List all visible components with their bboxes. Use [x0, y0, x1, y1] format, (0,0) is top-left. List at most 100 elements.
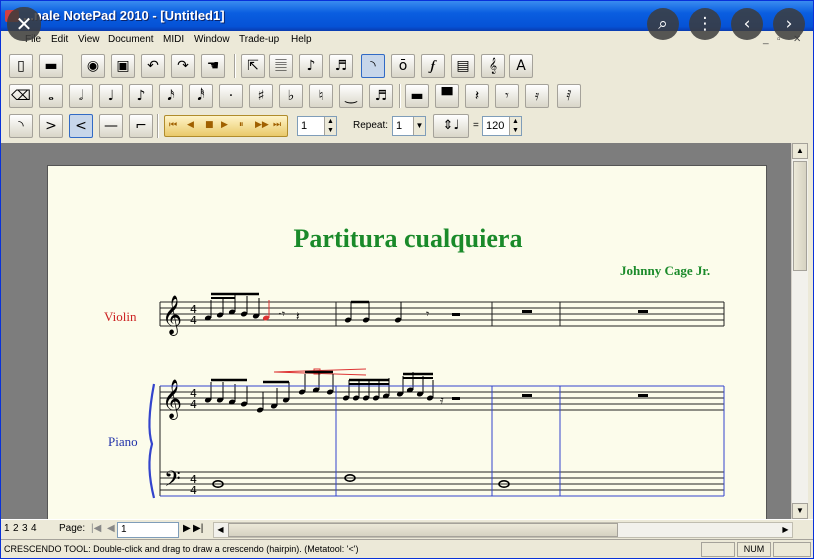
thirty-second-note-icon[interactable]: 𝅘𝅥𝅰 [189, 84, 213, 108]
page-number-field[interactable]: 1 [117, 522, 179, 538]
expression-tool-icon[interactable]: 𝆑 [421, 54, 445, 78]
scroll-left-icon[interactable]: ◀ [214, 523, 227, 537]
stop-icon[interactable]: ■ [205, 120, 214, 130]
num-lock-indicator: NUM [737, 542, 771, 557]
doc-minimize-icon[interactable]: _ [763, 34, 769, 45]
playback-controls[interactable]: ⏮ ◀ ■ ▶ ⏸ ▶▶ ⏭ [164, 115, 288, 137]
selection-tool-icon[interactable]: ⇱ [241, 54, 265, 78]
slur-icon[interactable]: ◝ [9, 114, 33, 138]
quarter-rest-icon[interactable]: 𝄽 [465, 84, 489, 108]
rest-icon: 𝄿 [440, 393, 444, 407]
eraser-icon[interactable]: ⌫ [9, 84, 33, 108]
tempo-note-button[interactable]: ⇕♩ [433, 114, 469, 138]
pause-icon[interactable]: ⏸ [239, 120, 244, 130]
scroll-right-icon[interactable]: ▶ [779, 523, 792, 537]
menu-edit[interactable]: Edit [51, 34, 68, 45]
lens-search-icon[interactable]: ⌕ [647, 8, 679, 40]
menu-window[interactable]: Window [194, 34, 230, 45]
speedy-entry-icon[interactable]: ♬ [329, 54, 353, 78]
more-options-icon[interactable]: ⋮ [689, 8, 721, 40]
save-icon[interactable]: ◉ [81, 54, 105, 78]
eighth-rest-icon[interactable]: 𝄾 [495, 84, 519, 108]
menu-document[interactable]: Document [108, 34, 154, 45]
first-page-icon[interactable]: |◀ [91, 523, 101, 534]
menu-trade-up[interactable]: Trade-up [239, 34, 279, 45]
half-rest-icon[interactable]: ▀ [435, 84, 459, 108]
whole-rest-icon[interactable]: ▬ [405, 84, 429, 108]
text-tool-icon[interactable]: A [509, 54, 533, 78]
tempo-value: 120 [486, 120, 505, 132]
page-tab-2[interactable]: 2 [13, 523, 19, 534]
scroll-up-icon[interactable]: ▲ [792, 143, 808, 159]
repeat-select[interactable]: 1 ▼ [392, 116, 426, 136]
hand-icon[interactable]: ☚ [201, 54, 225, 78]
repeat-label: Repeat: [353, 120, 389, 131]
play-icon[interactable]: ▶ [221, 120, 228, 130]
spinner-arrows-icon[interactable]: ▲ ▼ [509, 117, 521, 135]
menu-help[interactable]: Help [291, 34, 312, 45]
page-navigation-bar: 1 2 3 4 Page: |◀ ◀ 1 ▶ ▶| ◀ ▶ [1, 519, 813, 539]
smart-shape-icon[interactable]: ◝ [361, 54, 385, 78]
new-icon[interactable]: ▯ [9, 54, 33, 78]
articulation-tool-icon[interactable]: ō [391, 54, 415, 78]
simple-entry-icon[interactable]: ♪ [299, 54, 323, 78]
next-page-icon[interactable]: ▶ [183, 523, 191, 534]
sharp-icon[interactable]: ♯ [249, 84, 273, 108]
piano-brace [148, 383, 156, 499]
page-tab-1[interactable]: 1 [4, 523, 10, 534]
dot-icon[interactable]: · [219, 84, 243, 108]
tempo-spinner[interactable]: 120 ▲ ▼ [482, 116, 522, 136]
previous-image-icon[interactable]: ‹ [731, 8, 763, 40]
natural-icon[interactable]: ♮ [309, 84, 333, 108]
horizontal-scroll-thumb[interactable] [228, 523, 618, 537]
redo-icon[interactable]: ↷ [171, 54, 195, 78]
quarter-note-icon[interactable]: ♩ [99, 84, 123, 108]
tuplet-icon[interactable]: ♬ [369, 84, 393, 108]
staff-tool-icon[interactable]: 𝄚 [269, 54, 293, 78]
decrescendo-icon[interactable]: > [39, 114, 63, 138]
thirty-second-rest-icon[interactable]: 𝅀 [557, 84, 581, 108]
print-icon[interactable]: ▣ [111, 54, 135, 78]
page-tab-4[interactable]: 4 [31, 523, 37, 534]
open-icon[interactable]: ▬ [39, 54, 63, 78]
step-back-icon[interactable]: ◀ [187, 120, 194, 130]
lyrics-tool-icon[interactable]: ▤ [451, 54, 475, 78]
whole-note-icon[interactable]: 𝅝 [39, 84, 63, 108]
menu-view[interactable]: View [78, 34, 100, 45]
line-icon[interactable]: — [99, 114, 123, 138]
fast-forward-icon[interactable]: ▶▶ [255, 120, 269, 130]
rest-icon [452, 313, 460, 316]
crescendo-icon[interactable]: < [69, 114, 93, 138]
page-tab-3[interactable]: 3 [22, 523, 28, 534]
tie-icon[interactable]: ‿ [339, 84, 363, 108]
horizontal-scrollbar[interactable]: ◀ ▶ [213, 522, 793, 538]
music-notation[interactable]: 𝄞 44 ·𝄾 𝄽 𝄾𝄞 44 𝄿𝄢 44 [48, 166, 768, 519]
measure-spinner[interactable]: 1 ▲ ▼ [297, 116, 337, 136]
rewind-icon[interactable]: ⏮ [169, 120, 177, 130]
last-page-icon[interactable]: ▶| [193, 523, 203, 534]
flat-icon[interactable]: ♭ [279, 84, 303, 108]
sixteenth-rest-icon[interactable]: 𝄿 [525, 84, 549, 108]
vertical-scroll-thumb[interactable] [793, 161, 807, 271]
next-image-icon[interactable]: › [773, 8, 805, 40]
rest-icon [638, 310, 648, 313]
toolbar-separator [399, 84, 401, 108]
bass-clef-icon: 𝄢 [164, 467, 181, 497]
chord-tool-icon[interactable]: 𝄞 [481, 54, 505, 78]
prev-page-icon[interactable]: ◀ [107, 523, 115, 534]
end-icon[interactable]: ⏭ [273, 120, 281, 130]
eighth-note-icon[interactable]: ♪ [129, 84, 153, 108]
sixteenth-note-icon[interactable]: 𝅘𝅥𝅯 [159, 84, 183, 108]
dropdown-arrow-icon[interactable]: ▼ [413, 117, 425, 135]
undo-icon[interactable]: ↶ [141, 54, 165, 78]
bend-icon[interactable]: ⌐ [129, 114, 153, 138]
close-icon[interactable]: ✕ [7, 7, 41, 41]
menu-midi[interactable]: MIDI [163, 34, 184, 45]
half-note-icon[interactable]: 𝅗𝅥 [69, 84, 93, 108]
scroll-down-icon[interactable]: ▼ [792, 503, 808, 519]
smart-shape-playback-toolbar: ⏮ ◀ ■ ▶ ⏸ ▶▶ ⏭ 1 ▲ ▼ Repeat: 1 ▼ ⇕♩ = 120 ▲ ▼ ◝ >… [1, 111, 813, 141]
spinner-arrows-icon[interactable]: ▲ ▼ [324, 117, 336, 135]
document-area[interactable]: Partitura cualquiera Johnny Cage Jr. Vio… [1, 143, 791, 519]
vertical-scrollbar[interactable]: ▲ ▼ [791, 143, 808, 519]
score-page[interactable]: Partitura cualquiera Johnny Cage Jr. Vio… [47, 165, 767, 519]
